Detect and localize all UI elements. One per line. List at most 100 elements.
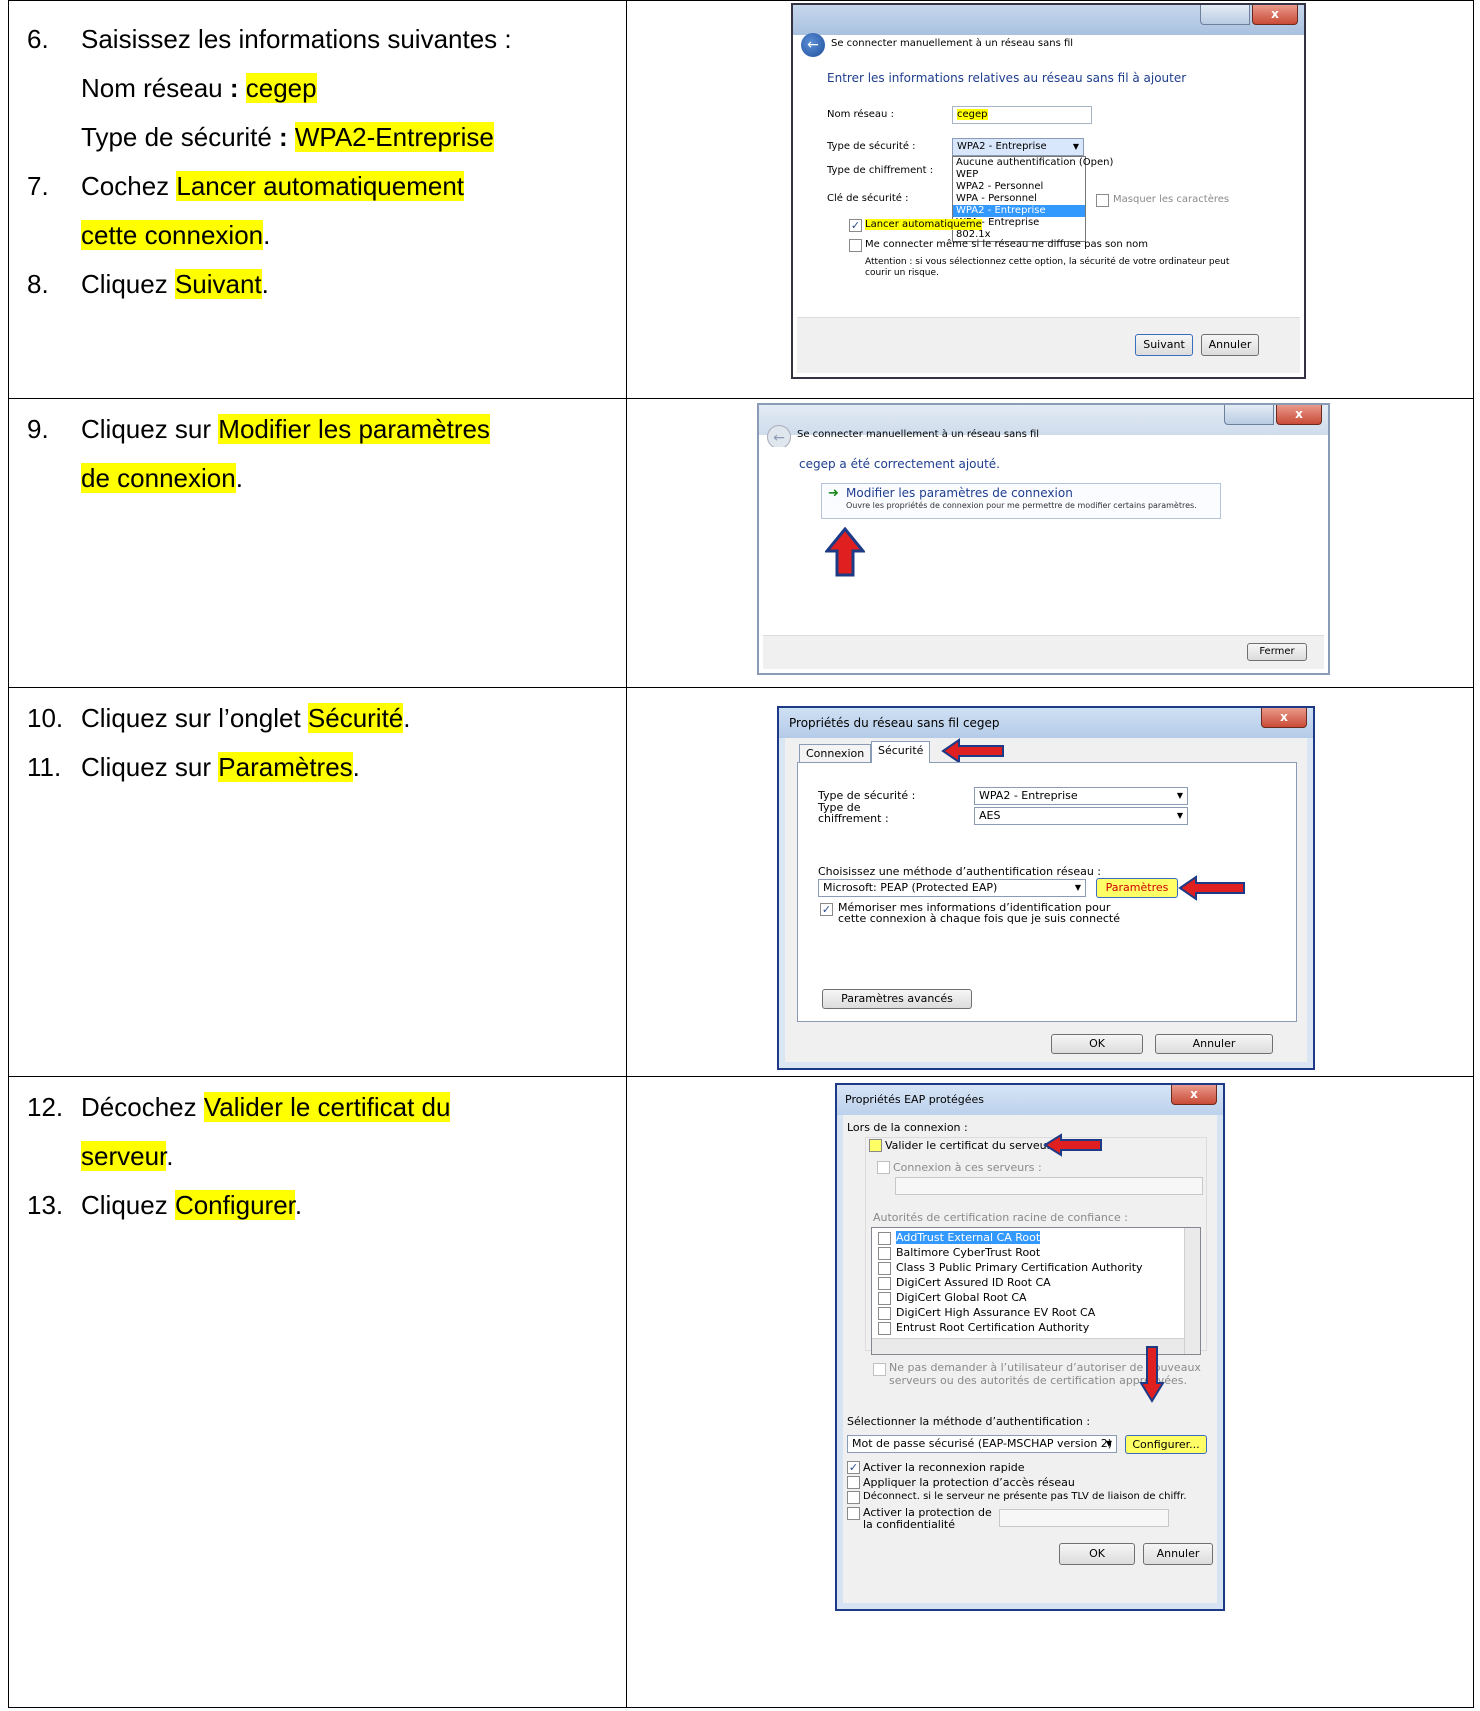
dropdown-option-selected[interactable]: WPA2 - Entreprise bbox=[953, 205, 1085, 217]
root-ca-list[interactable]: AddTrust External CA Root Baltimore Cybe… bbox=[871, 1227, 1201, 1355]
dialog-body: Lors de la connexion : Valider le certif… bbox=[843, 1115, 1217, 1603]
encryption-type-select[interactable]: AES bbox=[974, 807, 1188, 825]
ca-checkbox[interactable] bbox=[878, 1306, 891, 1320]
warning-text: Attention : si vous sélectionnez cette o… bbox=[865, 257, 1230, 278]
min-max-buttons[interactable] bbox=[1224, 405, 1274, 425]
ca-checkbox[interactable] bbox=[878, 1291, 891, 1305]
network-name-input[interactable]: cegep bbox=[952, 106, 1092, 124]
servers-input[interactable] bbox=[895, 1177, 1203, 1195]
step-text: Saisissez les informations suivantes : bbox=[81, 24, 512, 54]
remember-line2: cette connexion à chaque fois que je sui… bbox=[838, 912, 1121, 925]
ca-checkbox[interactable] bbox=[878, 1276, 891, 1290]
step-10: 10. Cliquez sur l’onglet Sécurité. bbox=[27, 694, 626, 743]
ca-checkbox[interactable] bbox=[878, 1321, 891, 1335]
dialog-body: Connexion Sécurité Type de sécurité : WP… bbox=[785, 738, 1307, 1062]
highlighted-value: Valider le certificat du bbox=[203, 1092, 451, 1122]
change-settings-link[interactable]: ➜ Modifier les paramètres de connexion O… bbox=[821, 483, 1221, 519]
step-text: . bbox=[261, 269, 269, 299]
fast-reconnect-label: Activer la reconnexion rapide bbox=[863, 1461, 1025, 1474]
instruction-cell: 10. Cliquez sur l’onglet Sécurité. 11. C… bbox=[8, 687, 627, 1077]
highlighted-value: cette connexion bbox=[81, 220, 264, 250]
close-dialog-button[interactable]: Fermer bbox=[1247, 643, 1307, 661]
security-type-label: Type de sécurité : bbox=[827, 141, 916, 152]
security-type-select[interactable]: WPA2 - Entreprise bbox=[952, 138, 1084, 156]
dropdown-option[interactable]: Aucune authentification (Open) bbox=[953, 157, 1113, 169]
next-button[interactable]: Suivant bbox=[1135, 334, 1193, 356]
privacy-input[interactable] bbox=[999, 1509, 1169, 1527]
hide-characters-checkbox[interactable] bbox=[1096, 194, 1109, 207]
table-row: 9. Cliquez sur Modifier les paramètres d… bbox=[8, 398, 1474, 688]
vertical-scrollbar[interactable] bbox=[1184, 1228, 1200, 1354]
connect-hidden-label: Me connecter même si le réseau ne diffus… bbox=[865, 239, 1149, 250]
encryption-type-label: Type de chiffrement : bbox=[827, 165, 934, 176]
cancel-button[interactable]: Annuler bbox=[1201, 334, 1259, 356]
nap-checkbox[interactable] bbox=[847, 1476, 860, 1489]
tab-security[interactable]: Sécurité bbox=[871, 741, 931, 763]
instruction-cell: 6. Saisissez les informations suivantes … bbox=[8, 0, 627, 399]
list-item[interactable]: Class 3 Public Primary Certification Aut… bbox=[878, 1260, 1143, 1275]
dialog-body: cegep a été correctement ajouté. ➜ Modif… bbox=[763, 447, 1324, 669]
cancel-button[interactable]: Annuler bbox=[1155, 1034, 1273, 1054]
highlighted-value: WPA2-Entreprise bbox=[294, 122, 494, 152]
validate-certificate-checkbox[interactable] bbox=[869, 1139, 882, 1152]
window-title: Se connecter manuellement à un réseau sa… bbox=[831, 38, 1074, 49]
connect-servers-checkbox[interactable] bbox=[877, 1161, 890, 1174]
list-item[interactable]: AddTrust External CA Root bbox=[878, 1230, 1041, 1245]
ok-button[interactable]: OK bbox=[1051, 1034, 1143, 1054]
left-arrow-icon bbox=[1043, 1133, 1102, 1157]
remember-credentials-checkbox[interactable]: ✓ bbox=[820, 903, 833, 916]
highlighted-value: Paramètres bbox=[218, 752, 353, 782]
dropdown-option[interactable]: WPA2 - Personnel bbox=[953, 181, 1085, 193]
list-item[interactable]: Entrust Root Certification Authority bbox=[878, 1320, 1089, 1335]
auto-start-checkbox[interactable]: ✓ bbox=[849, 219, 862, 232]
disconnect-tlv-label: Déconnect. si le serveur ne présente pas… bbox=[863, 1491, 1187, 1502]
arrow-right-icon: ➜ bbox=[828, 486, 839, 501]
close-button[interactable]: x bbox=[1171, 1085, 1217, 1105]
security-type-select[interactable]: WPA2 - Entreprise bbox=[974, 787, 1188, 805]
no-prompt-checkbox[interactable] bbox=[873, 1363, 886, 1376]
close-button[interactable]: x bbox=[1252, 5, 1298, 25]
list-item[interactable]: Baltimore CyberTrust Root bbox=[878, 1245, 1040, 1260]
settings-button[interactable]: Paramètres bbox=[1096, 878, 1178, 898]
close-button[interactable]: x bbox=[1261, 708, 1307, 728]
close-button[interactable]: x bbox=[1276, 405, 1322, 425]
step-number: 9. bbox=[27, 414, 49, 444]
dropdown-option[interactable]: WEP bbox=[953, 169, 1085, 181]
back-arrow-icon[interactable]: ← bbox=[801, 33, 825, 57]
step-number: 6. bbox=[27, 24, 49, 54]
step-12: 12. Décochez Valider le certificat du se… bbox=[27, 1083, 626, 1181]
auth-method-select[interactable]: Mot de passe sécurisé (EAP-MSCHAP versio… bbox=[847, 1435, 1117, 1453]
root-ca-label: Autorités de certification racine de con… bbox=[873, 1211, 1128, 1224]
dropdown-option[interactable]: WPA - Personnel bbox=[953, 193, 1085, 205]
fast-reconnect-checkbox[interactable]: ✓ bbox=[847, 1461, 860, 1474]
min-max-buttons[interactable] bbox=[1200, 5, 1250, 25]
step-6: 6. Saisissez les informations suivantes … bbox=[27, 15, 626, 162]
tab-connection[interactable]: Connexion bbox=[799, 744, 872, 763]
step-list: 10. Cliquez sur l’onglet Sécurité. 11. C… bbox=[9, 688, 626, 792]
configure-button[interactable]: Configurer... bbox=[1125, 1435, 1207, 1454]
privacy-checkbox[interactable] bbox=[847, 1507, 860, 1520]
window-title: Propriétés EAP protégées bbox=[845, 1093, 985, 1106]
list-item[interactable]: DigiCert Assured ID Root CA bbox=[878, 1275, 1051, 1290]
ca-checkbox[interactable] bbox=[878, 1246, 891, 1260]
ok-button[interactable]: OK bbox=[1059, 1543, 1135, 1565]
ca-name: Entrust Root Certification Authority bbox=[896, 1321, 1090, 1334]
disconnect-tlv-checkbox[interactable] bbox=[847, 1491, 860, 1504]
step-text: . bbox=[294, 1190, 303, 1220]
advanced-settings-button[interactable]: Paramètres avancés bbox=[822, 989, 972, 1009]
list-item[interactable]: DigiCert Global Root CA bbox=[878, 1290, 1027, 1305]
list-item[interactable]: DigiCert High Assurance EV Root CA bbox=[878, 1305, 1095, 1320]
link-title: Modifier les paramètres de connexion bbox=[846, 486, 1073, 500]
horizontal-scrollbar[interactable] bbox=[872, 1338, 1184, 1354]
auth-method-select[interactable]: Microsoft: PEAP (Protected EAP) bbox=[818, 879, 1086, 897]
back-arrow-icon[interactable]: ← bbox=[767, 425, 791, 449]
ca-checkbox[interactable] bbox=[878, 1231, 891, 1245]
ca-checkbox[interactable] bbox=[878, 1261, 891, 1275]
auth-method-label: Choisissez une méthode d’authentificatio… bbox=[818, 865, 1102, 878]
cancel-button[interactable]: Annuler bbox=[1143, 1543, 1213, 1565]
network-name-label: Nom réseau : bbox=[827, 109, 894, 120]
encryption-label-line2: chiffrement : bbox=[818, 812, 889, 825]
step-network-name: Nom réseau : cegep bbox=[81, 64, 626, 113]
connect-hidden-checkbox[interactable] bbox=[849, 239, 862, 252]
privacy-line2: la confidentialité bbox=[863, 1518, 955, 1531]
